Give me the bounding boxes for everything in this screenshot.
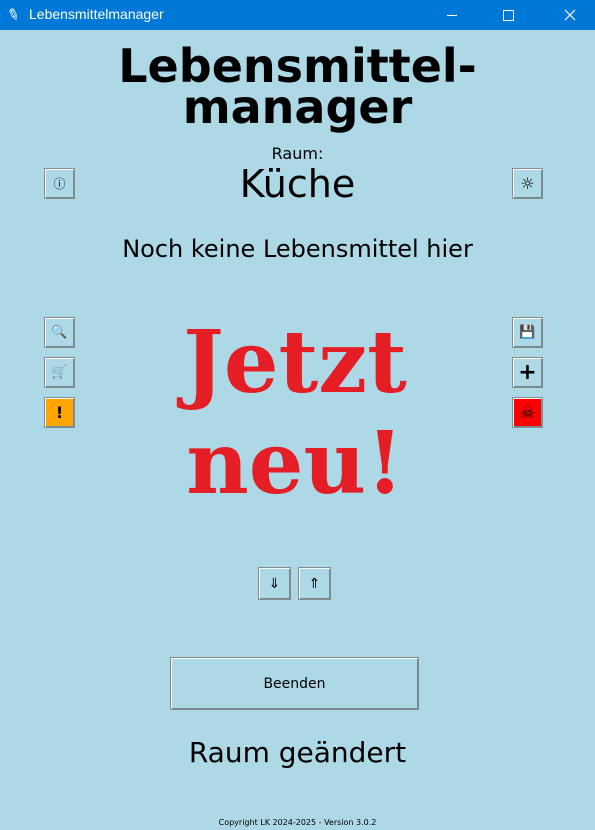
room-name: Küche	[239, 162, 356, 206]
quit-button[interactable]: Beenden	[170, 657, 419, 710]
double-arrow-up-icon: ⇑	[308, 575, 321, 592]
window-title: Lebensmittelmanager	[29, 6, 164, 22]
minimize-button[interactable]	[429, 0, 475, 30]
app-title-line2: manager	[182, 80, 413, 134]
save-button[interactable]: 💾	[512, 317, 543, 348]
double-arrow-down-icon: ⇓	[268, 575, 281, 592]
cart-icon: 🛒	[51, 365, 68, 380]
plus-icon: +	[518, 360, 537, 385]
info-icon: ⓘ	[53, 177, 66, 191]
feather-icon: ✎	[4, 4, 23, 26]
status-message: Raum geändert	[188, 736, 407, 769]
copyright-footer: Copyright LK 2024-2025 - Version 3.0.2	[218, 818, 377, 827]
close-icon	[564, 9, 576, 21]
badge-line2: neu!	[186, 413, 404, 510]
new-badge: Jetzt neu!	[176, 312, 407, 510]
skull-icon: ☠	[519, 402, 536, 423]
settings-button[interactable]: ☼	[512, 168, 543, 199]
title-bar[interactable]: ✎ Lebensmittelmanager	[0, 0, 595, 30]
close-button[interactable]	[545, 0, 595, 30]
search-button[interactable]: 🔍	[44, 317, 75, 348]
shopping-cart-button[interactable]: 🛒	[44, 357, 75, 388]
badge-line1: Jetzt	[176, 312, 407, 413]
exclamation-icon: !	[55, 403, 64, 422]
empty-message: Noch keine Lebensmittel hier	[122, 235, 473, 263]
warning-button[interactable]: !	[44, 397, 75, 428]
add-button[interactable]: +	[512, 357, 543, 388]
scroll-up-button[interactable]: ⇑	[298, 567, 331, 600]
magnifier-icon: 🔍	[51, 325, 68, 340]
minimize-icon	[447, 14, 457, 16]
scroll-down-button[interactable]: ⇓	[258, 567, 291, 600]
quit-button-label: Beenden	[263, 675, 326, 692]
delete-button[interactable]: ☠	[512, 397, 543, 428]
floppy-disk-icon: 💾	[519, 325, 536, 340]
maximize-button[interactable]	[485, 0, 531, 30]
info-button[interactable]: ⓘ	[44, 168, 75, 199]
sun-icon: ☼	[520, 174, 535, 193]
maximize-icon	[502, 9, 514, 21]
room-label: Raum:	[271, 144, 324, 163]
